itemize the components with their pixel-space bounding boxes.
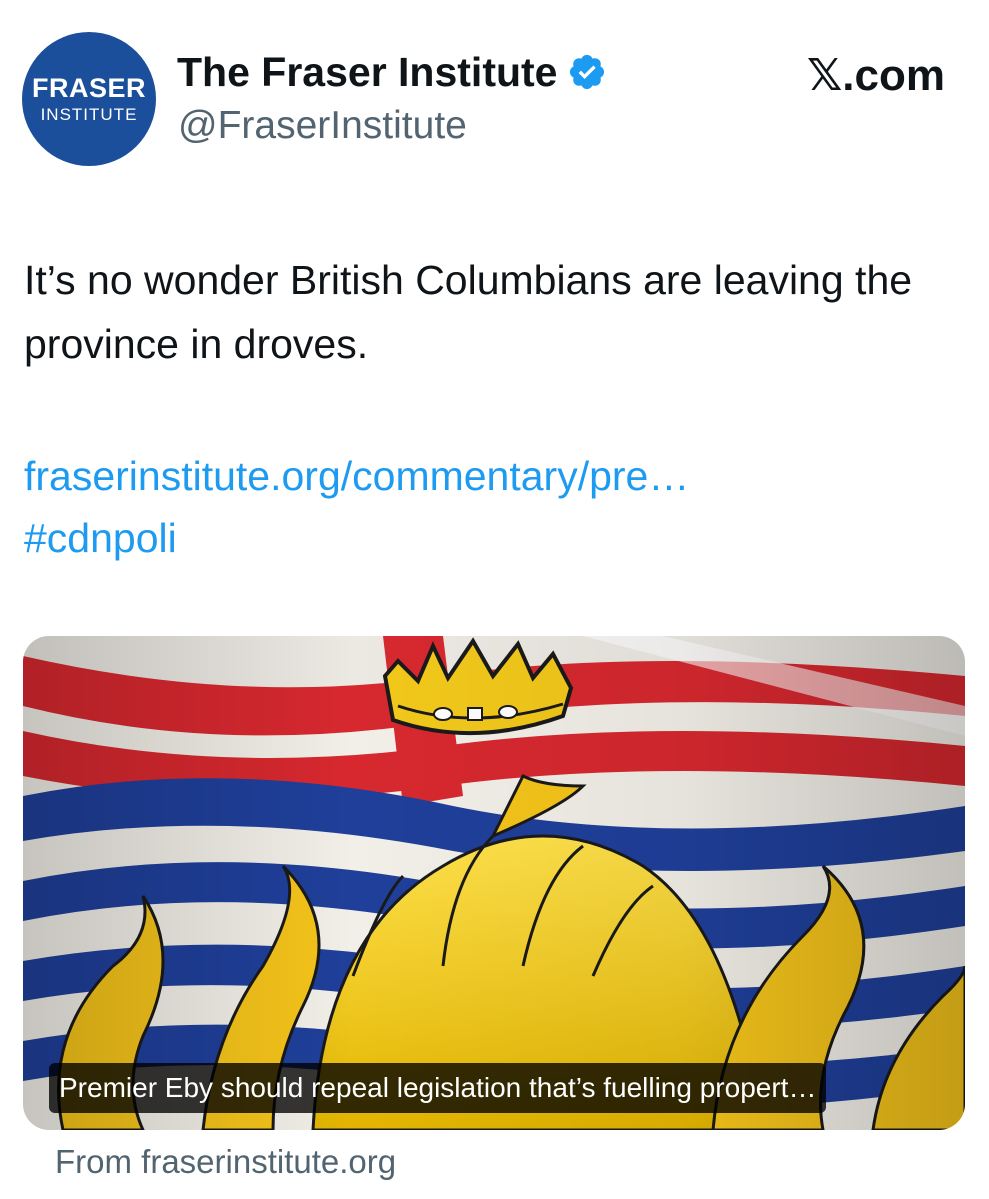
tweet-links: fraserinstitute.org/commentary/pre… #cdn… <box>24 445 944 569</box>
avatar-line-2: INSTITUTE <box>40 105 138 124</box>
article-link[interactable]: fraserinstitute.org/commentary/pre… <box>24 445 944 507</box>
author-name-row[interactable]: The Fraser Institute <box>177 46 607 98</box>
card-caption[interactable]: Premier Eby should repeal legislation th… <box>49 1063 827 1113</box>
tweet-text: It’s no wonder British Columbians are le… <box>24 257 913 367</box>
author-display-name[interactable]: The Fraser Institute <box>177 49 557 96</box>
link-card[interactable]: Premier Eby should repeal legislation th… <box>23 636 965 1130</box>
hashtag-link[interactable]: #cdnpoli <box>24 507 944 569</box>
author-handle[interactable]: @FraserInstitute <box>178 104 467 148</box>
card-image-bc-flag <box>23 636 965 1130</box>
site-label: 𝕏.com <box>806 51 945 100</box>
verified-badge-icon <box>570 54 605 90</box>
avatar[interactable]: FRASER INSTITUTE <box>22 32 156 166</box>
avatar-line-1: FRASER <box>31 73 146 103</box>
card-source[interactable]: From fraserinstitute.org <box>55 1143 396 1181</box>
